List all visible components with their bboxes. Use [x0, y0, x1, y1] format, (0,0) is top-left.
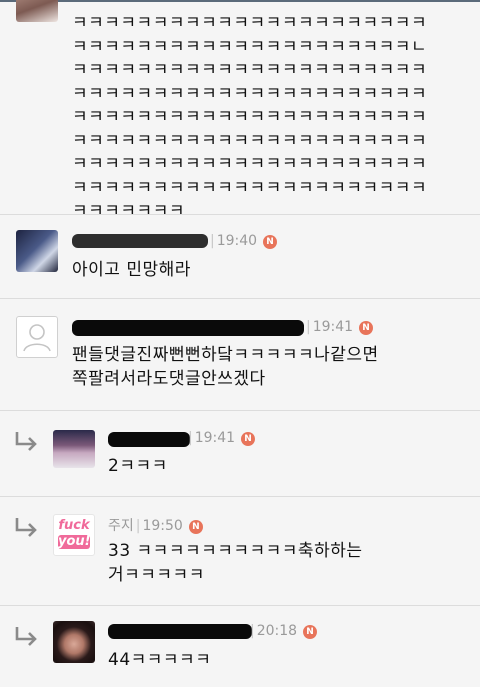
- reply-item: fuck you! 주지 | 19:50 N 33 ㅋㅋㅋㅋㅋㅋㅋㅋㅋㅋ축하하는 거ㅋ…: [0, 496, 480, 606]
- user-avatar[interactable]: [16, 0, 58, 22]
- comment-text: 아이고 민망해라: [72, 260, 191, 280]
- user-avatar[interactable]: [16, 230, 58, 272]
- comment-time: 19:50: [142, 518, 183, 534]
- new-badge: N: [303, 625, 318, 639]
- redacted-username: [72, 234, 208, 248]
- comment-meta: 주지 | 19:50 N: [108, 515, 203, 535]
- user-avatar[interactable]: [53, 621, 95, 663]
- comment-username[interactable]: 주지: [108, 518, 134, 534]
- comment-item: | 19:40 N 아이고 민망해라: [0, 214, 480, 299]
- reply-arrow-icon: [15, 432, 37, 451]
- new-badge: N: [359, 321, 374, 335]
- comment-meta: | 20:18 N: [248, 623, 318, 639]
- comment-meta: | 19:41 N: [186, 430, 256, 446]
- comment-meta: | 19:41 N: [304, 319, 374, 335]
- sticker-avatar[interactable]: fuck you!: [53, 514, 95, 556]
- user-avatar[interactable]: [53, 430, 95, 468]
- comment-text: 44ㅋㅋㅋㅋㅋ: [108, 650, 212, 670]
- comment-text: ㅋㅋㅋㅋㅋㅋㅋㅋㅋㅋㅋㅋㅋㅋㅋㅋㅋㅋㅋㅋㅋㅋ ㅋㅋㅋㅋㅋㅋㅋㅋㅋㅋㅋㅋㅋㅋㅋㅋㅋ…: [72, 13, 428, 221]
- new-badge: N: [188, 520, 203, 534]
- comment-text: 팬들댓글진짜뻔뻔하닼ㅋㅋㅋㅋㅋ나같으면 쪽팔려서라도댓글안쓰겠다: [72, 345, 379, 389]
- redacted-username: [72, 320, 304, 336]
- redacted-username: [108, 432, 190, 447]
- reply-arrow-icon: [15, 518, 37, 537]
- default-user-avatar[interactable]: [16, 316, 58, 358]
- comment-time: 19:41: [312, 319, 354, 335]
- comment-time: 19:41: [194, 430, 236, 446]
- sticker-text-2: you!: [58, 534, 91, 549]
- comment-time: 20:18: [256, 623, 298, 639]
- comment-time: 19:40: [216, 233, 258, 249]
- reply-arrow-icon: [15, 627, 37, 646]
- reply-item: | 19:41 N 2ㅋㅋㅋ: [0, 410, 480, 497]
- comment-text: 2ㅋㅋㅋ: [108, 456, 168, 476]
- new-badge: N: [241, 432, 256, 446]
- reply-item: | 20:18 N 44ㅋㅋㅋㅋㅋ: [0, 605, 480, 687]
- new-badge: N: [263, 235, 278, 249]
- sticker-text-1: fuck: [58, 518, 90, 533]
- comment-text: 33 ㅋㅋㅋㅋㅋㅋㅋㅋㅋㅋ축하하는 거ㅋㅋㅋㅋㅋ: [108, 541, 363, 585]
- redacted-username: [108, 624, 252, 639]
- person-icon: [23, 324, 51, 352]
- comment-item: ㅋㅋㅋㅋㅋㅋㅋㅋㅋㅋㅋㅋㅋㅋㅋㅋㅋㅋㅋㅋㅋㅋ ㅋㅋㅋㅋㅋㅋㅋㅋㅋㅋㅋㅋㅋㅋㅋㅋㅋ…: [0, 0, 480, 221]
- comment-item: | 19:41 N 팬들댓글진짜뻔뻔하닼ㅋㅋㅋㅋㅋ나같으면 쪽팔려서라도댓글안쓰겠다: [0, 298, 480, 411]
- comment-meta: | 19:40 N: [208, 233, 278, 249]
